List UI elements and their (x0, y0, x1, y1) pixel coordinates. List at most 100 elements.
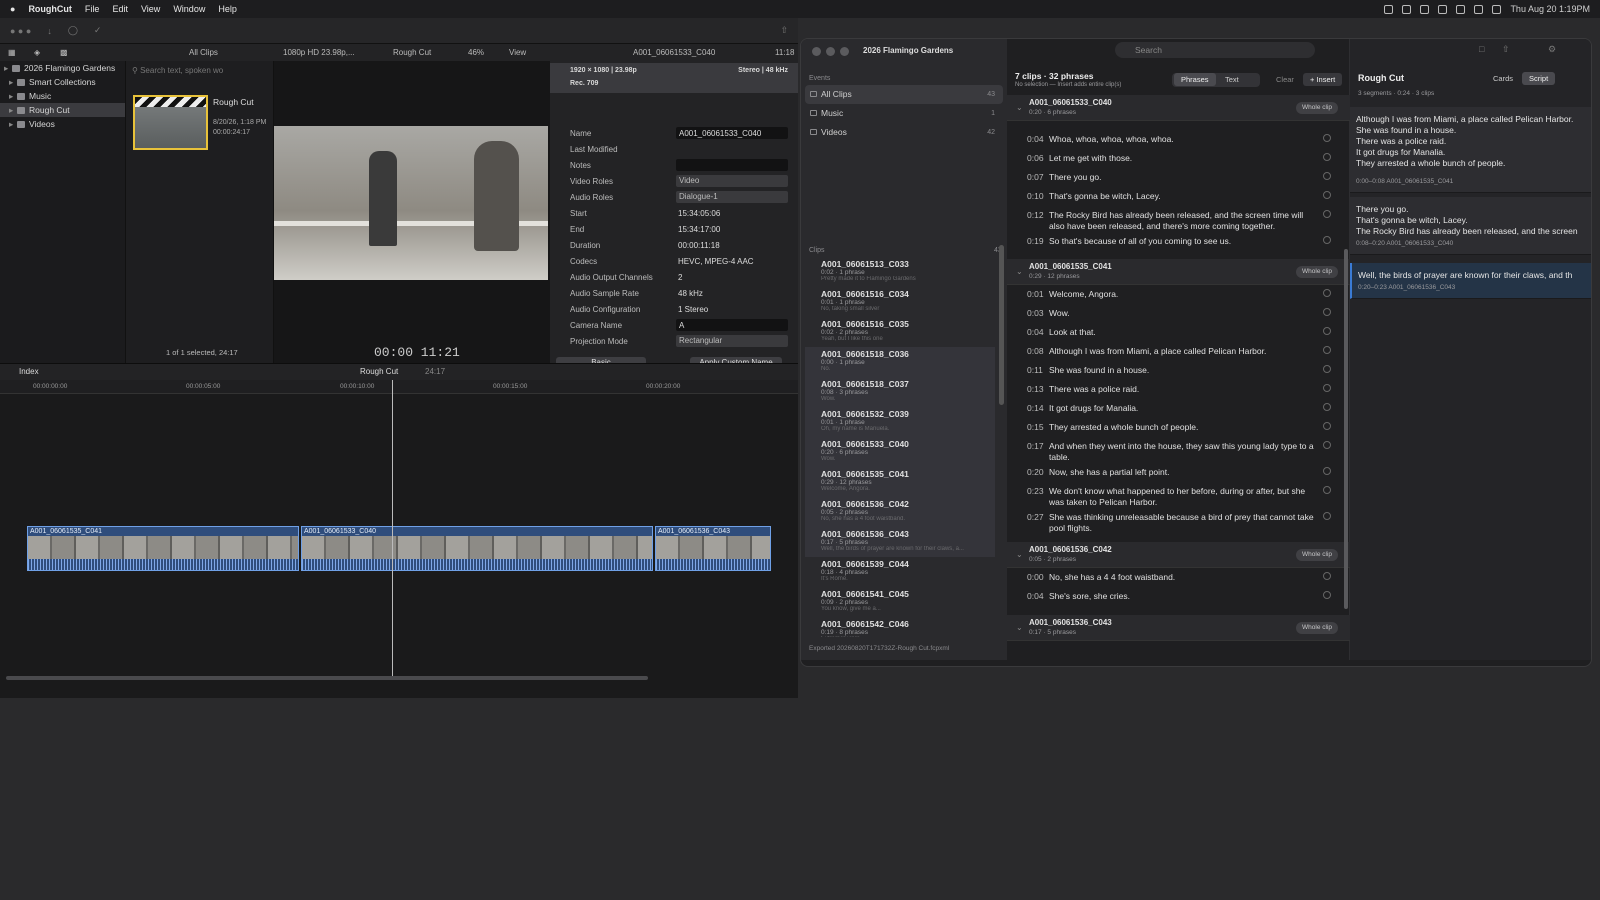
library-item[interactable]: ▸ Music (0, 89, 125, 103)
libraries-icon[interactable]: ▦ (8, 48, 16, 57)
select-circle-icon[interactable] (1323, 572, 1331, 580)
import-icon[interactable]: ↓ (47, 26, 52, 36)
select-circle-icon[interactable] (1323, 591, 1331, 599)
zoom-icon[interactable] (840, 47, 849, 56)
close-icon[interactable] (812, 47, 821, 56)
clip-list-item[interactable]: A001_06061535_C041 0:29 · 12 phrases Welco… (805, 467, 995, 497)
select-circle-icon[interactable] (1323, 441, 1331, 449)
select-circle-icon[interactable] (1323, 210, 1331, 218)
status-icon[interactable] (1402, 4, 1412, 14)
clip-list-item[interactable]: A001_06061533_C040 0:20 · 6 phrases Wow. (805, 437, 995, 467)
status-icon[interactable] (1420, 4, 1430, 14)
menu-app[interactable]: RoughCut (28, 4, 71, 14)
script-tab[interactable]: Script (1522, 72, 1556, 85)
thumb-title[interactable]: Rough Cut (213, 97, 254, 107)
select-circle-icon[interactable] (1323, 486, 1331, 494)
cards-tab[interactable]: Cards (1486, 72, 1520, 85)
select-circle-icon[interactable] (1323, 289, 1331, 297)
select-circle-icon[interactable] (1323, 153, 1331, 161)
inspector-popup[interactable]: Rectangular (676, 335, 788, 347)
select-circle-icon[interactable] (1323, 512, 1331, 520)
clip-group-header[interactable]: ⌄ A001_06061533_C040 0:20 · 6 phrases Whole… (1007, 95, 1350, 121)
clips-scrollbar[interactable] (999, 245, 1004, 405)
clip-list-item[interactable]: A001_06061513_C033 0:02 · 1 phrase Pretty … (805, 257, 995, 287)
gear-icon[interactable]: ⚙ (1548, 44, 1556, 55)
event-item[interactable]: Videos 42 (805, 123, 1003, 142)
clip-list-item[interactable]: A001_06061516_C035 0:02 · 2 phrases Yeah, … (805, 317, 995, 347)
script-segment[interactable]: There you go. That's gonna be witch, Lace… (1350, 197, 1591, 255)
photos-icon[interactable]: ◈ (34, 48, 40, 57)
select-circle-icon[interactable] (1323, 384, 1331, 392)
zoom-popup[interactable]: 46% (468, 48, 484, 57)
select-circle-icon[interactable] (1323, 346, 1331, 354)
clip-list-item[interactable]: A001_06061536_C043 0:17 · 5 phrases Well, … (805, 527, 995, 557)
whole-clip-button[interactable]: Whole clip (1296, 266, 1338, 278)
timeline-project-popup[interactable]: Rough Cut (360, 367, 398, 376)
script-segment[interactable]: Well, the birds of prayer are known for … (1350, 263, 1591, 299)
phrases-scrollbar[interactable] (1344, 249, 1348, 609)
library-item[interactable]: ▸ Rough Cut (0, 103, 125, 117)
select-circle-icon[interactable] (1323, 365, 1331, 373)
disclosure-icon[interactable]: ▸ (9, 75, 17, 89)
menu-window[interactable]: Window (173, 4, 205, 14)
keyword-icon[interactable]: ◯ (68, 25, 78, 36)
select-circle-icon[interactable] (1323, 422, 1331, 430)
timeline-clip[interactable]: A001_06061536_C043 (655, 526, 771, 571)
minimize-icon[interactable] (826, 47, 835, 56)
clip-list-item[interactable]: A001_06061518_C037 0:08 · 3 phrases Wow. (805, 377, 995, 407)
search-field[interactable]: ⚲ Search text, spoken wo (132, 66, 267, 78)
clip-list-item[interactable]: A001_06061536_C042 0:05 · 2 phrases No, sh… (805, 497, 995, 527)
clip-group-header[interactable]: ⌄ A001_06061535_C041 0:29 · 12 phrases Whol… (1007, 259, 1350, 285)
status-icon[interactable] (1438, 4, 1448, 14)
view-popup[interactable]: View (509, 48, 526, 57)
control-center-icon[interactable] (1492, 4, 1502, 14)
titles-icon[interactable]: ▩ (60, 48, 68, 57)
wifi-icon[interactable] (1456, 4, 1466, 14)
clip-group-header[interactable]: ⌄ A001_06061536_C042 0:05 · 2 phrases Whole… (1007, 542, 1350, 568)
clip-list-item[interactable]: A001_06061532_C039 0:01 · 1 phrase Oh, my … (805, 407, 995, 437)
select-circle-icon[interactable] (1323, 236, 1331, 244)
inspector-field[interactable]: A001_06061533_C040 (676, 127, 788, 139)
clip-list-item[interactable]: A001_06061542_C0460:19 · 8 phrasesExtrem… (805, 617, 995, 637)
traffic-lights[interactable]: ● ● ● (10, 26, 31, 36)
share-icon[interactable]: ⇧ (780, 25, 788, 36)
menu-view[interactable]: View (141, 4, 160, 14)
share-icon[interactable]: ⇧ (1502, 44, 1510, 55)
menu-help[interactable]: Help (218, 4, 237, 14)
clear-button[interactable]: Clear (1269, 73, 1301, 86)
chevron-down-icon[interactable]: ⌄ (1016, 267, 1023, 276)
event-item[interactable]: Music 1 (805, 104, 1003, 123)
script-segment[interactable]: Although I was from Miami, a place calle… (1350, 107, 1591, 193)
text-tab[interactable]: Text (1218, 73, 1246, 86)
disclosure-icon[interactable]: ▸ (9, 117, 17, 131)
select-circle-icon[interactable] (1323, 191, 1331, 199)
menu-file[interactable]: File (85, 4, 100, 14)
library-item[interactable]: ▸ Smart Collections (0, 75, 125, 89)
menu-edit[interactable]: Edit (112, 4, 128, 14)
timeline-clip[interactable]: A001_06061533_C040 (301, 526, 653, 571)
toolbar-icon[interactable]: □ (1479, 44, 1484, 54)
library-popup[interactable]: 2026 Flamingo Gardens (863, 46, 953, 55)
insert-button[interactable]: + Insert (1303, 73, 1343, 86)
clip-group-header[interactable]: ⌄ A001_06061536_C043 0:17 · 5 phrases Whole… (1007, 615, 1350, 641)
phrases-tab[interactable]: Phrases (1174, 73, 1216, 86)
chevron-down-icon[interactable]: ⌄ (1016, 550, 1023, 559)
clip-list-item[interactable]: A001_06061518_C036 0:00 · 1 phrase No. (805, 347, 995, 377)
clip-list-item[interactable]: A001_06061541_C045 0:09 · 2 phrases You kn… (805, 587, 995, 617)
disclosure-icon[interactable]: ▸ (9, 103, 17, 117)
select-circle-icon[interactable] (1323, 308, 1331, 316)
timeline-clip[interactable]: A001_06061535_C041 (27, 526, 299, 571)
select-circle-icon[interactable] (1323, 327, 1331, 335)
clip-list-item[interactable]: A001_06061516_C034 0:01 · 1 phrase No, tak… (805, 287, 995, 317)
whole-clip-button[interactable]: Whole clip (1296, 102, 1338, 114)
search-input[interactable]: Search (1115, 42, 1315, 58)
event-item[interactable]: All Clips 43 (805, 85, 1003, 104)
library-item[interactable]: ▸ Videos (0, 117, 125, 131)
apple-icon[interactable]: ● (10, 4, 15, 14)
timeline-scrollbar[interactable] (6, 676, 648, 680)
select-circle-icon[interactable] (1323, 403, 1331, 411)
project-thumbnail[interactable] (133, 95, 208, 150)
battery-icon[interactable] (1474, 4, 1484, 14)
status-icon[interactable] (1384, 4, 1394, 14)
playhead[interactable] (392, 380, 393, 678)
